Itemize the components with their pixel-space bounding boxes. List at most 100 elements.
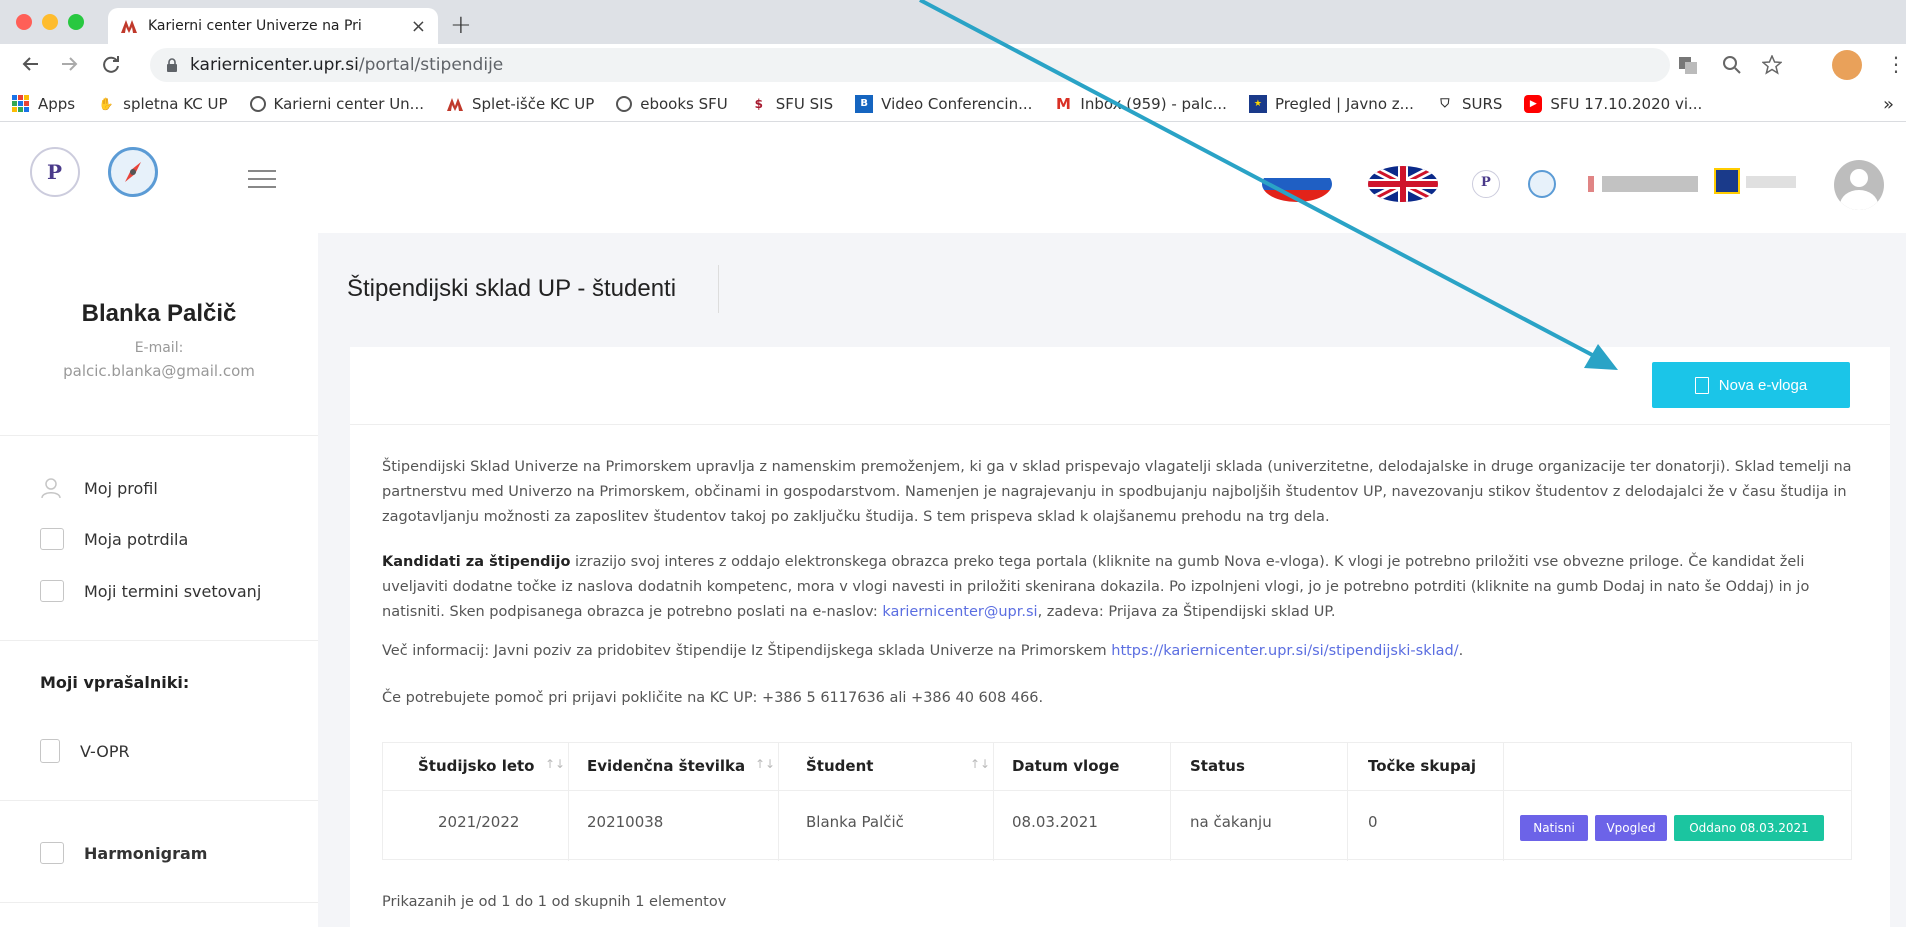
page-title: Štipendijski sklad UP - študenti <box>347 275 677 302</box>
address-bar[interactable]: kariernicenter.upr.si/portal/stipendije <box>150 48 1670 82</box>
kc-logo-icon <box>447 97 463 111</box>
table-row: 2021/2022 20210038 Blanka Palčič 08.03.2… <box>383 791 1851 861</box>
eu-fund-logo-icon <box>1746 176 1796 188</box>
document-icon <box>40 739 60 763</box>
col-header-date[interactable]: Datum vloge <box>1012 757 1119 775</box>
hand-icon: ✋ <box>98 96 114 111</box>
hamburger-menu-icon[interactable] <box>248 170 276 194</box>
minimize-window-button[interactable] <box>42 14 58 30</box>
slovenian-flag-icon[interactable] <box>1262 166 1332 202</box>
candidates-paragraph: Kandidati za štipendijo izrazijo svoj in… <box>382 554 1810 620</box>
help-paragraph: Če potrebujete pomoč pri prijavi pokliči… <box>382 690 1044 706</box>
bookmark-item[interactable]: $ SFU SIS <box>750 95 834 113</box>
globe-icon <box>249 95 266 112</box>
profile-name: Blanka Palčič <box>81 300 237 327</box>
sort-icon[interactable]: ↑↓ <box>970 757 990 771</box>
star-icon[interactable] <box>1762 55 1782 75</box>
info-link[interactable]: https://kariernicenter.upr.si/si/stipend… <box>1111 643 1458 659</box>
profile-email: palcic.blanka@gmail.com <box>63 362 255 380</box>
uk-flag-icon[interactable] <box>1368 166 1438 202</box>
ministry-logo-icon <box>1588 176 1698 192</box>
browser-tab[interactable]: Karierni center Univerze na Pri × <box>108 8 438 44</box>
intro-paragraph: Štipendijski Sklad Univerze na Primorske… <box>382 459 1852 525</box>
menu-icon[interactable]: ⋮ <box>1886 52 1906 76</box>
divider <box>0 640 318 641</box>
bookmarks-more-icon[interactable]: » <box>1883 94 1894 115</box>
browser-toolbar: kariernicenter.upr.si/portal/stipendije … <box>0 44 1906 86</box>
profile-avatar-icon[interactable] <box>1832 50 1862 80</box>
eu-logo-icon <box>1714 168 1740 194</box>
divider <box>0 435 318 436</box>
bookmark-item[interactable]: Splet-išče KC UP <box>446 95 594 113</box>
sidebar-item-harmonogram[interactable]: Harmonigram <box>40 842 207 864</box>
bookmarks-bar: Apps ✋ spletna KC UP Karierni center Un..… <box>0 86 1906 122</box>
bookmark-item[interactable]: ▶ SFU 17.10.2020 vi... <box>1524 94 1702 113</box>
email-link[interactable]: kariernicenter@upr.si <box>882 604 1037 620</box>
url-path: /portal/stipendije <box>358 55 504 75</box>
zoom-icon[interactable] <box>1722 55 1742 75</box>
new-application-button[interactable]: Nova e-vloga <box>1652 362 1850 408</box>
user-icon <box>41 478 61 499</box>
bookmark-item[interactable]: ebooks SFU <box>616 95 728 113</box>
new-tab-button[interactable]: + <box>450 10 472 40</box>
bookmark-item[interactable]: Apps <box>12 94 75 113</box>
view-button[interactable]: Vpogled <box>1595 815 1667 841</box>
candidates-bold: Kandidati za štipendijo <box>382 554 571 570</box>
youtube-icon: ▶ <box>1524 94 1543 113</box>
browser-tab-strip: Karierni center Univerze na Pri × + <box>0 0 1906 44</box>
eu-flag-icon: ★ <box>1248 94 1267 113</box>
apps-icon <box>12 94 30 113</box>
chart-icon <box>40 842 64 864</box>
col-header-student[interactable]: Študent <box>806 757 873 775</box>
back-icon[interactable] <box>20 53 42 75</box>
sidebar-item-profile[interactable]: Moj profil <box>40 477 158 499</box>
col-header-number[interactable]: Evidenčna številka <box>587 757 745 775</box>
bookmark-item[interactable]: ✋ spletna KC UP <box>97 95 228 113</box>
sidebar-item-questionnaire[interactable]: V-OPR <box>40 739 130 763</box>
maximize-window-button[interactable] <box>68 14 84 30</box>
translate-icon[interactable] <box>1678 55 1698 75</box>
reload-icon[interactable] <box>100 53 122 75</box>
sfu-icon: $ <box>754 96 763 111</box>
document-icon <box>1694 376 1709 394</box>
info-paragraph: Več informacij: Javni poziv za pridobite… <box>382 643 1464 659</box>
compass-small-logo-icon[interactable] <box>1528 170 1556 198</box>
forward-icon[interactable] <box>58 53 80 75</box>
user-avatar-icon[interactable] <box>1834 160 1884 210</box>
col-header-year[interactable]: Študijsko leto <box>418 757 535 775</box>
col-header-points[interactable]: Točke skupaj <box>1368 757 1476 775</box>
close-window-button[interactable] <box>16 14 32 30</box>
cell-number: 20210038 <box>587 813 664 831</box>
tab-close-icon[interactable]: × <box>411 16 426 37</box>
video-icon: B <box>855 94 874 113</box>
cell-date: 08.03.2021 <box>1012 813 1098 831</box>
sort-icon[interactable]: ↑↓ <box>545 757 565 771</box>
compass-logo-icon[interactable] <box>108 147 158 197</box>
gmail-icon: M <box>1055 94 1071 113</box>
up-small-logo-icon[interactable]: P <box>1472 170 1500 198</box>
applications-table: Študijsko leto ↑↓ Evidenčna številka ↑↓ … <box>382 742 1852 861</box>
up-logo-icon[interactable]: P <box>30 147 80 197</box>
kc-logo-icon <box>121 20 137 33</box>
print-button[interactable]: Natisni <box>1520 815 1588 841</box>
bookmark-item[interactable]: B Video Conferencin... <box>855 94 1032 113</box>
divider <box>350 424 1890 425</box>
sidebar-item-certificates[interactable]: Moja potrdila <box>40 528 188 550</box>
sort-icon[interactable]: ↑↓ <box>755 757 775 771</box>
bookmark-item[interactable]: ★ Pregled | Javno z... <box>1248 94 1414 113</box>
col-header-status[interactable]: Status <box>1190 757 1245 775</box>
title-separator <box>718 265 719 313</box>
url-host: kariernicenter.upr.si <box>190 55 359 75</box>
globe-icon <box>616 95 633 112</box>
tab-title: Karierni center Univerze na Pri <box>148 18 362 34</box>
sidebar-item-appointments[interactable]: Moji termini svetovanj <box>40 580 261 602</box>
cell-student: Blanka Palčič <box>806 813 904 831</box>
bookmark-item[interactable]: M Inbox (959) - palc... <box>1054 95 1227 113</box>
bookmark-item[interactable]: ⛉ SURS <box>1436 95 1502 113</box>
email-label: E-mail: <box>134 340 184 356</box>
cell-year: 2021/2022 <box>438 813 520 831</box>
divider <box>0 800 318 801</box>
lock-icon <box>167 58 177 72</box>
bookmark-item[interactable]: Karierni center Un... <box>249 95 424 113</box>
cell-points: 0 <box>1368 813 1378 831</box>
